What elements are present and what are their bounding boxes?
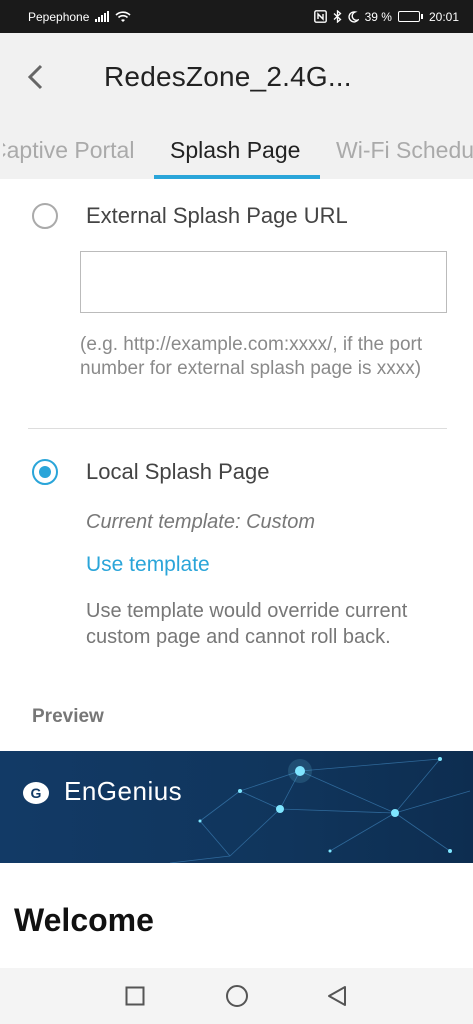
carrier-name: Pepephone [28, 9, 90, 24]
network-graphic [169, 757, 471, 863]
recents-button[interactable] [105, 968, 165, 1024]
preview-label: Preview [32, 706, 104, 727]
external-url-hint: (e.g. http://example.com:xxxx/, if the p… [80, 334, 423, 379]
divider [28, 428, 447, 429]
engenius-logo: G EnGenius [22, 776, 182, 807]
current-template-text: Current template: Custom [86, 511, 315, 533]
external-splash-label[interactable]: External Splash Page URL [86, 203, 348, 229]
active-tab-indicator [154, 175, 320, 179]
use-template-link[interactable]: Use template [86, 553, 210, 577]
back-arrow-icon [27, 64, 43, 90]
circle-home-icon [226, 985, 248, 1007]
engenius-logo-text: EnGenius [64, 776, 183, 806]
navigation-bar [0, 968, 473, 1024]
battery-percent: 39 % [364, 9, 392, 24]
preview-banner: G EnGenius [0, 751, 473, 863]
back-nav-button[interactable] [307, 968, 367, 1024]
tab-wifi-schedule[interactable]: Wi-Fi Schedule [336, 121, 473, 179]
wifi-icon [115, 10, 131, 22]
engenius-logo-icon: G [23, 781, 49, 804]
welcome-heading: Welcome [14, 902, 154, 938]
moon-icon [347, 10, 359, 23]
nfc-icon [313, 10, 327, 23]
signal-icon [95, 11, 110, 22]
home-button[interactable] [207, 968, 267, 1024]
local-splash-radio[interactable] [32, 459, 58, 485]
status-bar: Pepephone 39 % 20:01 [0, 0, 473, 33]
triangle-back-icon [328, 986, 346, 1006]
back-button[interactable] [0, 33, 70, 121]
external-splash-radio[interactable] [32, 203, 58, 229]
svg-text:G: G [31, 785, 42, 801]
local-splash-label[interactable]: Local Splash Page [86, 459, 269, 485]
square-recents-icon [125, 986, 145, 1006]
clock: 20:01 [428, 9, 459, 24]
tab-bar: Captive Portal Splash Page Wi-Fi Schedul… [0, 121, 473, 179]
battery-icon [397, 11, 423, 22]
external-url-input[interactable] [80, 251, 447, 313]
tab-splash-page[interactable]: Splash Page [170, 121, 300, 179]
page-title: RedesZone_2.4G... [104, 61, 352, 92]
template-warning: Use template would override current cust… [86, 600, 408, 648]
tab-captive-portal[interactable]: Captive Portal [3, 121, 134, 179]
bluetooth-icon [333, 10, 342, 23]
app-header: RedesZone_2.4G... [0, 33, 473, 121]
